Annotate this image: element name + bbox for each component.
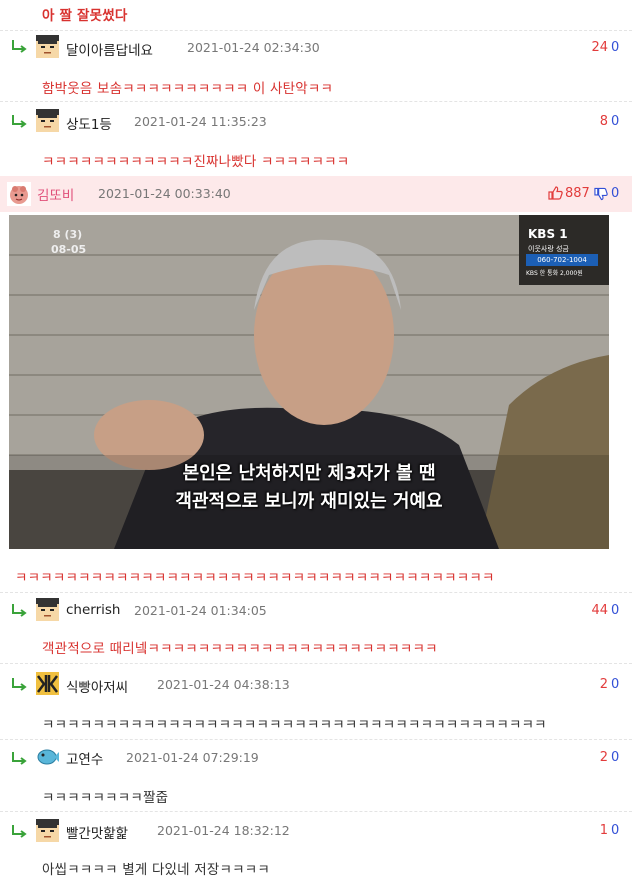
comment-author[interactable]: 김또비 bbox=[37, 184, 74, 204]
comment-date: 2021-01-24 01:34:05 bbox=[134, 603, 267, 618]
comment-text: ㅋㅋㅋㅋㅋㅋㅋㅋㅋㅋㅋㅋㅋㅋㅋㅋㅋㅋㅋㅋㅋㅋㅋㅋㅋㅋㅋㅋㅋㅋㅋㅋㅋㅋㅋㅋㅋㅋㅋㅋ bbox=[42, 717, 547, 733]
user-avatar-icon[interactable] bbox=[36, 745, 59, 768]
channel-subtext: KBS 한 통화 2,000원 bbox=[526, 270, 583, 277]
divider bbox=[0, 811, 632, 812]
reply-arrow-icon bbox=[12, 678, 27, 691]
comment-author[interactable]: 고연수 bbox=[66, 748, 103, 768]
user-avatar-icon[interactable] bbox=[36, 35, 59, 58]
downvote-count[interactable]: 0 bbox=[611, 677, 619, 692]
upvote-count[interactable]: 24 bbox=[580, 40, 608, 55]
divider bbox=[0, 101, 632, 102]
comment-text: 아 짤 잘못썼다 bbox=[42, 8, 128, 24]
video-subtitle: 본인은 난처하지만 제3자가 볼 땐 bbox=[182, 463, 436, 484]
comment-text: 함박웃음 보솜ㅋㅋㅋㅋㅋㅋㅋㅋㅋㅋ 이 사탄악ㅋㅋ bbox=[42, 81, 334, 97]
comment-text: 객관적으로 때리넼ㅋㅋㅋㅋㅋㅋㅋㅋㅋㅋㅋㅋㅋㅋㅋㅋㅋㅋㅋㅋㅋㅋㅋ bbox=[42, 641, 438, 657]
comment-date: 2021-01-24 04:38:13 bbox=[157, 677, 290, 692]
reply-arrow-icon bbox=[12, 40, 27, 53]
user-avatar-icon[interactable] bbox=[7, 182, 31, 206]
upvote-count[interactable]: 44 bbox=[580, 603, 608, 618]
comment-author[interactable]: cherrish bbox=[66, 602, 121, 618]
comment-author[interactable]: 빨간맛핥핥 bbox=[66, 822, 128, 842]
comment-text: ㅋㅋㅋㅋㅋㅋㅋㅋㅋㅋㅋㅋ진짜나빴다 ㅋㅋㅋㅋㅋㅋㅋ bbox=[42, 154, 350, 170]
comment-text: ㅋㅋㅋㅋㅋㅋㅋㅋ짤줍 bbox=[42, 790, 169, 806]
best-comment-header bbox=[0, 176, 632, 212]
comment-author[interactable]: 상도1등 bbox=[66, 113, 112, 133]
user-avatar-icon[interactable] bbox=[36, 819, 59, 842]
broadcast-date: 08-05 bbox=[51, 243, 87, 256]
downvote-count[interactable]: 0 bbox=[611, 750, 619, 765]
upvote-count[interactable]: 887 bbox=[565, 186, 590, 201]
comment-author[interactable]: 식빵아저씨 bbox=[66, 676, 128, 696]
reply-arrow-icon bbox=[12, 752, 27, 765]
divider bbox=[0, 592, 632, 593]
comment-date: 2021-01-24 07:29:19 bbox=[126, 750, 259, 765]
downvote-count[interactable]: 0 bbox=[611, 823, 619, 838]
reply-arrow-icon bbox=[12, 825, 27, 838]
comment-date: 2021-01-24 02:34:30 bbox=[187, 40, 320, 55]
reply-arrow-icon bbox=[12, 604, 27, 617]
comment-date: 2021-01-24 00:33:40 bbox=[98, 186, 231, 201]
upvote-count[interactable]: 2 bbox=[580, 750, 608, 765]
user-avatar-icon[interactable] bbox=[36, 598, 59, 621]
downvote-count[interactable]: 0 bbox=[611, 40, 619, 55]
divider bbox=[0, 739, 632, 740]
downvote-count[interactable]: 0 bbox=[611, 186, 619, 201]
channel-phone: 060-702-1004 bbox=[526, 254, 598, 266]
comment-author[interactable]: 달이아름답네요 bbox=[66, 39, 153, 59]
video-subtitle: 객관적으로 보니까 재미있는 거예요 bbox=[175, 491, 443, 512]
thumbs-up-icon[interactable] bbox=[548, 186, 563, 200]
upvote-count[interactable]: 1 bbox=[580, 823, 608, 838]
broadcast-time: 8 (3) bbox=[53, 228, 83, 241]
thumbs-down-icon[interactable] bbox=[594, 187, 608, 201]
comment-text: 아씹ㅋㅋㅋㅋ 별게 다있네 저장ㅋㅋㅋㅋ bbox=[42, 862, 271, 878]
divider bbox=[0, 663, 632, 664]
comment-date: 2021-01-24 18:32:12 bbox=[157, 823, 290, 838]
downvote-count[interactable]: 0 bbox=[611, 114, 619, 129]
upvote-count[interactable]: 2 bbox=[580, 677, 608, 692]
user-avatar-icon[interactable] bbox=[36, 672, 59, 695]
channel-subtext: 이웃사랑 성금 bbox=[528, 245, 569, 253]
channel-logo: KBS 1 bbox=[528, 227, 568, 241]
comment-text: ㅋㅋㅋㅋㅋㅋㅋㅋㅋㅋㅋㅋㅋㅋㅋㅋㅋㅋㅋㅋㅋㅋㅋㅋㅋㅋㅋㅋㅋㅋㅋㅋㅋㅋㅋㅋㅋㅋ bbox=[15, 570, 495, 586]
divider bbox=[0, 30, 632, 31]
reply-arrow-icon bbox=[12, 115, 27, 128]
upvote-count[interactable]: 8 bbox=[580, 114, 608, 129]
user-avatar-icon[interactable] bbox=[36, 109, 59, 132]
downvote-count[interactable]: 0 bbox=[611, 603, 619, 618]
comment-image[interactable]: 8 (3) 08-05 KBS 1 이웃사랑 성금 060-702-1004 K… bbox=[9, 215, 609, 549]
comment-date: 2021-01-24 11:35:23 bbox=[134, 114, 267, 129]
